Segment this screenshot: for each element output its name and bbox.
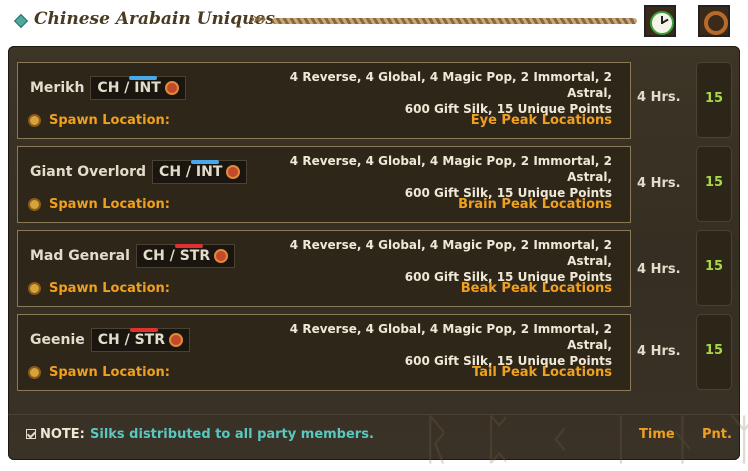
respawn-time: 4 Hrs.	[637, 90, 681, 105]
page-title: Chinese Arabain Uniques	[34, 9, 275, 29]
gear-icon	[28, 366, 41, 379]
spawn-label: Spawn Location:	[49, 281, 170, 296]
seal-icon	[226, 165, 241, 179]
unique-card: Mad General CH / STR 4 Reverse, 4 Global…	[17, 230, 631, 307]
gear-icon	[28, 198, 41, 211]
points-value: 15	[704, 259, 724, 274]
tag-bar	[174, 244, 203, 248]
spawn-label: Spawn Location:	[49, 113, 170, 128]
rewards-text: 4 Reverse, 4 Global, 4 Magic Pop, 2 Immo…	[252, 69, 612, 117]
region-tag: CH / STR	[90, 328, 191, 352]
rewards-text: 4 Reverse, 4 Global, 4 Magic Pop, 2 Immo…	[252, 321, 612, 369]
region-text: CH / STR	[97, 332, 166, 348]
points-value: 15	[704, 175, 724, 190]
points-value: 15	[704, 343, 724, 358]
watermark-runes: ᚱ ᛈ ᚲ ᛁ ᚾ ᛉ	[420, 408, 748, 471]
time-column-header: Time	[639, 427, 675, 442]
rewards-line: 4 Reverse, 4 Global, 4 Magic Pop, 2 Immo…	[289, 70, 612, 100]
spawn-location-link[interactable]: Tail Peak Locations	[472, 365, 612, 380]
points-box: 15	[696, 314, 732, 390]
checkbox-icon	[26, 429, 36, 439]
unique-name: Merikh	[30, 80, 85, 96]
page-header: Chinese Arabain Uniques »»	[0, 0, 748, 44]
points-box: 15	[696, 230, 732, 306]
region-tag: CH / INT	[152, 160, 248, 184]
region-tag: CH / STR	[135, 244, 236, 268]
spawn-location-link[interactable]: Beak Peak Locations	[461, 281, 612, 296]
points-box: 15	[696, 146, 732, 222]
region-text: CH / INT	[159, 164, 223, 180]
clock-icon[interactable]	[644, 5, 676, 37]
unique-card: Merikh CH / INT 4 Reverse, 4 Global, 4 M…	[17, 62, 631, 139]
spawn-label: Spawn Location:	[49, 197, 170, 212]
rewards-line: 4 Reverse, 4 Global, 4 Magic Pop, 2 Immo…	[289, 322, 612, 352]
diamond-bullet-icon	[13, 13, 29, 29]
rewards-text: 4 Reverse, 4 Global, 4 Magic Pop, 2 Immo…	[252, 237, 612, 285]
seal-icon	[164, 81, 179, 95]
seal-icon	[169, 333, 184, 347]
region-text: CH / INT	[97, 80, 161, 96]
rewards-line: 4 Reverse, 4 Global, 4 Magic Pop, 2 Immo…	[289, 154, 612, 184]
unique-name: Mad General	[30, 248, 130, 264]
unique-name: Geenie	[30, 332, 85, 348]
respawn-time: 4 Hrs.	[637, 262, 681, 277]
points-column-header: Pnt.	[702, 427, 732, 442]
rope-divider	[272, 18, 637, 24]
region-text: CH / STR	[142, 248, 211, 264]
unique-card: Geenie CH / STR 4 Reverse, 4 Global, 4 M…	[17, 314, 631, 391]
unique-card: Giant Overlord CH / INT 4 Reverse, 4 Glo…	[17, 146, 631, 223]
region-tag: CH / INT	[90, 76, 186, 100]
rewards-line: 4 Reverse, 4 Global, 4 Magic Pop, 2 Immo…	[289, 238, 612, 268]
note-label: NOTE:	[40, 427, 85, 442]
spawn-location-link[interactable]: Brain Peak Locations	[458, 197, 612, 212]
tag-bar	[129, 328, 158, 332]
spawn-location-link[interactable]: Eye Peak Locations	[471, 113, 612, 128]
ring-icon[interactable]	[698, 5, 730, 37]
unique-name: Giant Overlord	[30, 164, 147, 180]
gear-icon	[28, 114, 41, 127]
respawn-time: 4 Hrs.	[637, 344, 681, 359]
tag-bar	[129, 76, 158, 80]
gear-icon	[28, 282, 41, 295]
rewards-text: 4 Reverse, 4 Global, 4 Magic Pop, 2 Immo…	[252, 153, 612, 201]
respawn-time: 4 Hrs.	[637, 176, 681, 191]
chevron-right-icon: »»	[249, 9, 267, 28]
seal-icon	[214, 249, 229, 263]
note-text: Silks distributed to all party members.	[90, 427, 374, 442]
spawn-label: Spawn Location:	[49, 365, 170, 380]
points-value: 15	[704, 91, 724, 106]
points-box: 15	[696, 62, 732, 138]
tag-bar	[191, 160, 220, 164]
